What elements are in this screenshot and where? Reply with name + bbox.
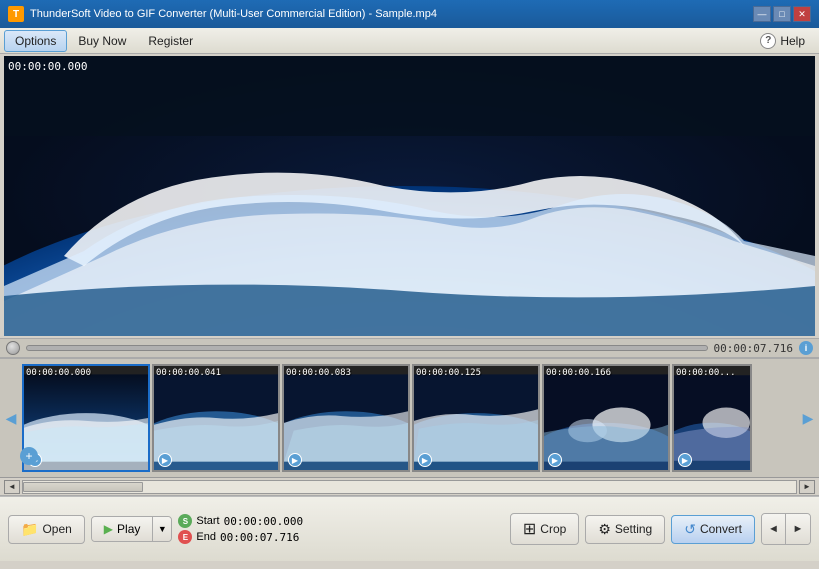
maximize-button[interactable]: □ (773, 6, 791, 22)
thumb-time-6: 00:00:00... (676, 368, 736, 378)
thumb-icon-3: ▶ (288, 453, 302, 467)
thumb-icon-2: ▶ (158, 453, 172, 467)
crop-icon: ⊞ (523, 519, 536, 539)
thumb-icon-6: ▶ (678, 453, 692, 467)
seek-handle[interactable] (6, 341, 20, 355)
navigation-arrows: ◄ ► (761, 513, 811, 545)
end-label: End (196, 531, 216, 543)
minimize-button[interactable]: — (753, 6, 771, 22)
setting-button[interactable]: ⚙ Setting (585, 515, 665, 544)
strip-next-button[interactable]: ▶ (797, 363, 819, 473)
menu-register[interactable]: Register (137, 30, 204, 52)
thumb-time-3: 00:00:00.083 (286, 368, 351, 378)
play-label: Play (117, 522, 140, 536)
info-icon[interactable]: i (799, 341, 813, 355)
thumbnail-4[interactable]: 00:00:00.125 ▶ (412, 364, 540, 472)
start-label: Start (196, 515, 219, 527)
thumbnail-5[interactable]: 00:00:00.166 ▶ (542, 364, 670, 472)
play-button[interactable]: ▶ Play (92, 517, 154, 541)
open-icon: 📁 (21, 521, 38, 538)
start-time: 00:00:00.000 (224, 515, 303, 528)
end-time: 00:00:07.716 (220, 531, 299, 544)
scroll-left-button[interactable]: ◄ (4, 480, 20, 494)
end-icon: E (178, 530, 192, 544)
open-button[interactable]: 📁 Open (8, 515, 85, 544)
convert-icon: ↺ (684, 521, 696, 538)
thumbnail-1[interactable]: 00:00:00.000 ▶ (22, 364, 150, 472)
thumbnail-6[interactable]: 00:00:00... ▶ (672, 364, 752, 472)
scroll-thumb[interactable] (23, 482, 143, 492)
thumbnail-strip: ◀ + 00:00:00.000 ▶ (0, 358, 819, 478)
window-controls: — □ ✕ (753, 6, 811, 22)
menu-buynow[interactable]: Buy Now (67, 30, 137, 52)
thumb-time-4: 00:00:00.125 (416, 368, 481, 378)
video-preview: 00:00:00.000 (4, 56, 815, 336)
menu-options[interactable]: Options (4, 30, 67, 52)
start-icon: S (178, 514, 192, 528)
thumb-icon-4: ▶ (418, 453, 432, 467)
help-icon: ? (760, 33, 776, 49)
thumbnail-2[interactable]: 00:00:00.041 ▶ (152, 364, 280, 472)
open-label: Open (42, 522, 71, 536)
setting-label: Setting (615, 522, 652, 536)
nav-prev-button[interactable]: ◄ (762, 514, 786, 544)
thumb-time-5: 00:00:00.166 (546, 368, 611, 378)
scroll-right-button[interactable]: ► (799, 480, 815, 494)
play-dropdown-button[interactable]: ▼ (153, 517, 171, 541)
help-label: Help (780, 34, 805, 48)
nav-next-button[interactable]: ► (786, 514, 810, 544)
crop-button[interactable]: ⊞ Crop (510, 513, 579, 545)
thumb-icon-5: ▶ (548, 453, 562, 467)
convert-button[interactable]: ↺ Convert (671, 515, 755, 544)
add-frame-button[interactable]: + (20, 447, 38, 465)
close-button[interactable]: ✕ (793, 6, 811, 22)
play-group: ▶ Play ▼ (91, 516, 173, 542)
video-timestamp: 00:00:00.000 (8, 60, 87, 73)
app-icon: T (8, 6, 24, 22)
thumbnail-3[interactable]: 00:00:00.083 ▶ (282, 364, 410, 472)
window-title: ThunderSoft Video to GIF Converter (Mult… (30, 8, 753, 20)
start-time-row: S Start 00:00:00.000 (178, 514, 303, 528)
horizontal-scrollbar[interactable]: ◄ ► (0, 478, 819, 496)
scroll-track[interactable] (22, 480, 797, 494)
seek-track[interactable] (26, 345, 708, 351)
play-icon: ▶ (104, 522, 113, 536)
convert-label: Convert (700, 522, 742, 536)
end-time-row: E End 00:00:07.716 (178, 530, 303, 544)
strip-prev-button[interactable]: ◀ (0, 363, 22, 473)
menu-bar: Options Buy Now Register ? Help (0, 28, 819, 54)
thumb-time-2: 00:00:00.041 (156, 368, 221, 378)
crop-label: Crop (540, 522, 566, 536)
seek-timestamp: 00:00:07.716 (714, 342, 793, 355)
thumbnails-container: 00:00:00.000 ▶ 00:00:00.041 ▶ 00:00:00.0… (22, 364, 797, 472)
setting-icon: ⚙ (598, 521, 611, 538)
time-section: S Start 00:00:00.000 E End 00:00:07.716 (178, 514, 303, 544)
thumb-time-1: 00:00:00.000 (26, 368, 91, 378)
title-bar: T ThunderSoft Video to GIF Converter (Mu… (0, 0, 819, 28)
seek-bar[interactable]: 00:00:07.716 i (0, 338, 819, 358)
video-canvas (4, 56, 815, 336)
help-button[interactable]: ? Help (750, 30, 815, 52)
bottom-toolbar: 📁 Open ▶ Play ▼ S Start 00:00:00.000 E E… (0, 496, 819, 561)
